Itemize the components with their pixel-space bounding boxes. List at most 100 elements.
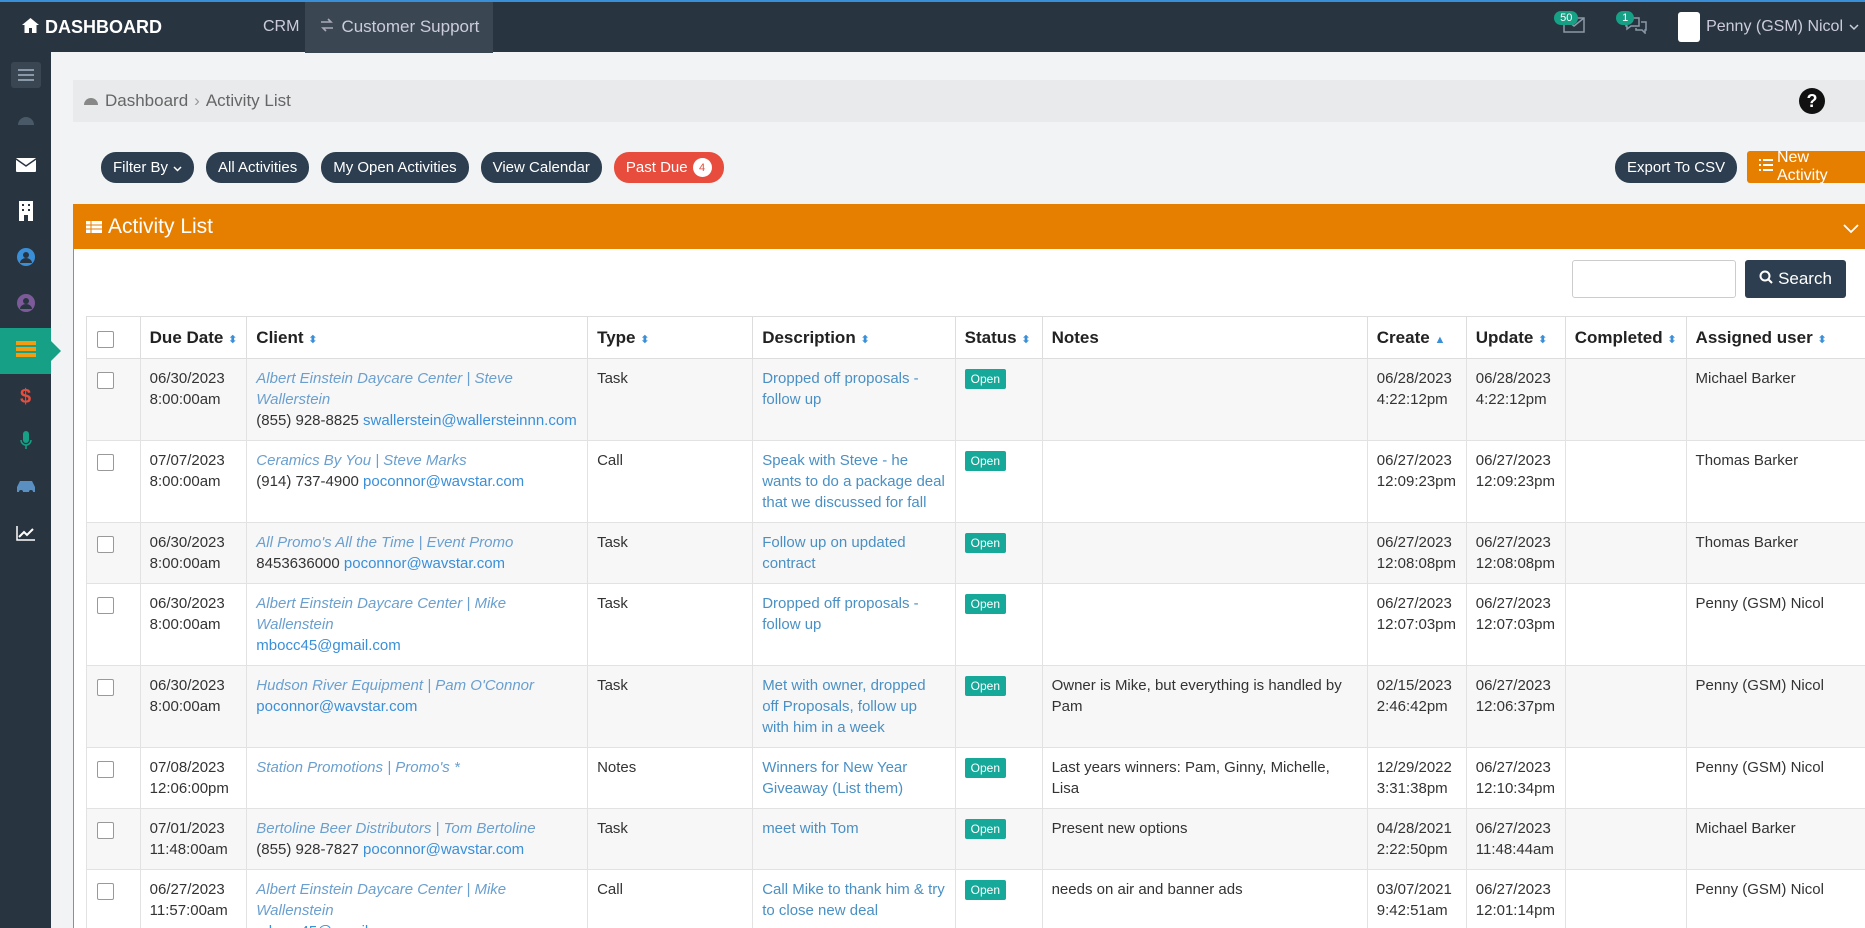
row-checkbox[interactable] bbox=[97, 536, 114, 553]
col-status[interactable]: Status ⬍ bbox=[954, 316, 1043, 359]
my-open-activities-button[interactable]: My Open Activities bbox=[321, 152, 469, 183]
all-activities-button[interactable]: All Activities bbox=[206, 152, 310, 183]
sidebar-item-sales[interactable]: $ bbox=[0, 374, 51, 420]
description-link[interactable]: Dropped off proposals - follow up bbox=[762, 595, 918, 633]
col-assigned-label: Assigned user bbox=[1695, 327, 1813, 347]
col-client-label: Client bbox=[256, 327, 304, 347]
client-email-link[interactable]: swallerstein@wallersteinnn.com bbox=[363, 412, 577, 429]
row-checkbox[interactable] bbox=[97, 883, 114, 900]
new-activity-button[interactable]: New Activity bbox=[1747, 149, 1865, 184]
sidebar-item-companies[interactable] bbox=[0, 190, 51, 236]
client-email-link[interactable]: mbocc45@gmail.com bbox=[256, 923, 400, 928]
completed-cell bbox=[1564, 358, 1687, 441]
table-row: 06/27/2023 11:57:00am Albert Einstein Dayc… bbox=[86, 869, 1865, 928]
due-time: 8:00:00am bbox=[149, 616, 221, 633]
row-select-cell bbox=[86, 665, 141, 748]
client-link[interactable]: All Promo's All the Time | Event Promo bbox=[256, 532, 578, 553]
breadcrumb: Dashboard › Activity List bbox=[73, 80, 1865, 122]
chevron-down-icon bbox=[1849, 18, 1859, 36]
search-input[interactable] bbox=[1572, 260, 1736, 298]
sidebar-item-users[interactable] bbox=[0, 282, 51, 328]
row-select-cell bbox=[86, 808, 141, 870]
chat-notifications-button[interactable]: 1 bbox=[1616, 7, 1656, 47]
col-update[interactable]: Update ⬍ bbox=[1465, 316, 1566, 359]
help-icon[interactable]: ? bbox=[1799, 88, 1825, 114]
client-link[interactable]: Hudson River Equipment | Pam O'Connor bbox=[256, 675, 578, 696]
sidebar-item-mail[interactable] bbox=[0, 144, 51, 190]
description-link[interactable]: Call Mike to thank him & try to close ne… bbox=[762, 881, 945, 919]
description-link[interactable]: Met with owner, dropped off Proposals, f… bbox=[762, 677, 925, 736]
update-date: 06/27/2023 bbox=[1475, 759, 1551, 776]
client-email-link[interactable]: poconnor@wavstar.com bbox=[256, 698, 417, 715]
client-link[interactable]: Ceramics By You | Steve Marks bbox=[256, 450, 578, 471]
dashboard-link[interactable]: DASHBOARD bbox=[22, 2, 162, 52]
sidebar-item-reports[interactable] bbox=[0, 512, 51, 558]
sidebar-item-dashboard[interactable] bbox=[0, 98, 51, 144]
update-cell: 06/27/2023 12:10:34pm bbox=[1465, 747, 1566, 809]
client-cell: Hudson River Equipment | Pam O'Connor poc… bbox=[246, 665, 589, 748]
client-link[interactable]: Bertoline Beer Distributors | Tom Bertol… bbox=[256, 818, 578, 839]
create-date: 04/28/2021 bbox=[1376, 820, 1452, 837]
col-create[interactable]: Create ▲ bbox=[1366, 316, 1467, 359]
description-link[interactable]: Follow up on updated contract bbox=[762, 534, 905, 572]
status-badge: Open bbox=[964, 819, 1006, 839]
user-menu[interactable]: Penny (GSM) Nicol bbox=[1678, 12, 1859, 42]
sidebar-item-vehicles[interactable] bbox=[0, 466, 51, 512]
client-link[interactable]: Albert Einstein Daycare Center | Mike Wa… bbox=[256, 593, 578, 635]
past-due-button[interactable]: Past Due 4 bbox=[613, 152, 724, 183]
sidebar-toggle[interactable] bbox=[0, 52, 51, 98]
row-checkbox[interactable] bbox=[97, 454, 114, 471]
view-calendar-button[interactable]: View Calendar bbox=[480, 152, 602, 183]
update-date: 06/27/2023 bbox=[1475, 595, 1551, 612]
status-cell: Open bbox=[954, 665, 1043, 748]
breadcrumb-dashboard-link[interactable]: Dashboard bbox=[105, 91, 188, 111]
description-link[interactable]: Speak with Steve - he wants to do a pack… bbox=[762, 452, 945, 511]
row-checkbox[interactable] bbox=[97, 761, 114, 778]
col-assigned-user[interactable]: Assigned user ⬍ bbox=[1685, 316, 1865, 359]
completed-cell bbox=[1564, 522, 1687, 584]
search-button[interactable]: Search bbox=[1745, 260, 1846, 298]
row-checkbox[interactable] bbox=[97, 372, 114, 389]
row-checkbox[interactable] bbox=[97, 679, 114, 696]
col-description[interactable]: Description ⬍ bbox=[752, 316, 956, 359]
client-link[interactable]: Albert Einstein Daycare Center | Steve W… bbox=[256, 368, 578, 410]
create-cell: 02/15/2023 2:46:42pm bbox=[1366, 665, 1467, 748]
sidebar-item-contacts[interactable] bbox=[0, 236, 51, 282]
description-link[interactable]: Winners for New Year Giveaway (List them… bbox=[762, 759, 907, 797]
client-email-link[interactable]: poconnor@wavstar.com bbox=[363, 473, 524, 490]
create-date: 02/15/2023 bbox=[1376, 677, 1452, 694]
assigned-user-cell: Penny (GSM) Nicol bbox=[1685, 869, 1865, 928]
sort-icon: ⬍ bbox=[860, 333, 870, 346]
collapse-chevron-icon[interactable] bbox=[1843, 216, 1859, 240]
status-badge: Open bbox=[964, 369, 1006, 389]
client-link[interactable]: Station Promotions | Promo's * bbox=[256, 757, 578, 778]
nav-crm[interactable]: CRM bbox=[257, 18, 305, 36]
client-email-link[interactable]: poconnor@wavstar.com bbox=[363, 841, 524, 858]
update-cell: 06/27/2023 12:06:37pm bbox=[1465, 665, 1566, 748]
client-email-link[interactable]: poconnor@wavstar.com bbox=[344, 555, 505, 572]
user-circle-icon bbox=[16, 293, 36, 318]
col-type[interactable]: Type ⬍ bbox=[587, 316, 754, 359]
description-link[interactable]: meet with Tom bbox=[762, 820, 858, 837]
breadcrumb-current: Activity List bbox=[205, 91, 291, 110]
col-completed[interactable]: Completed ⬍ bbox=[1564, 316, 1687, 359]
col-client[interactable]: Client ⬍ bbox=[246, 316, 589, 359]
client-email-link[interactable]: mbocc45@gmail.com bbox=[256, 637, 400, 654]
create-cell: 06/27/2023 12:09:23pm bbox=[1366, 440, 1467, 523]
client-link[interactable]: Albert Einstein Daycare Center | Mike Wa… bbox=[256, 879, 578, 921]
sidebar-item-activities[interactable] bbox=[0, 328, 61, 374]
row-checkbox[interactable] bbox=[97, 822, 114, 839]
status-badge: Open bbox=[964, 594, 1006, 614]
filter-by-button[interactable]: Filter By bbox=[101, 152, 195, 183]
past-due-count-badge: 4 bbox=[692, 158, 712, 177]
description-link[interactable]: Dropped off proposals - follow up bbox=[762, 370, 918, 408]
update-time: 4:22:12pm bbox=[1475, 391, 1547, 408]
sidebar-item-audio[interactable] bbox=[0, 420, 51, 466]
row-checkbox[interactable] bbox=[97, 597, 114, 614]
col-due-date[interactable]: Due Date ⬍ bbox=[139, 316, 248, 359]
select-all-checkbox[interactable] bbox=[97, 331, 114, 348]
mail-notifications-button[interactable]: 50 bbox=[1554, 7, 1594, 47]
status-cell: Open bbox=[954, 583, 1043, 666]
export-csv-button[interactable]: Export To CSV bbox=[1615, 152, 1738, 183]
nav-customer-support[interactable]: Customer Support bbox=[305, 1, 494, 53]
